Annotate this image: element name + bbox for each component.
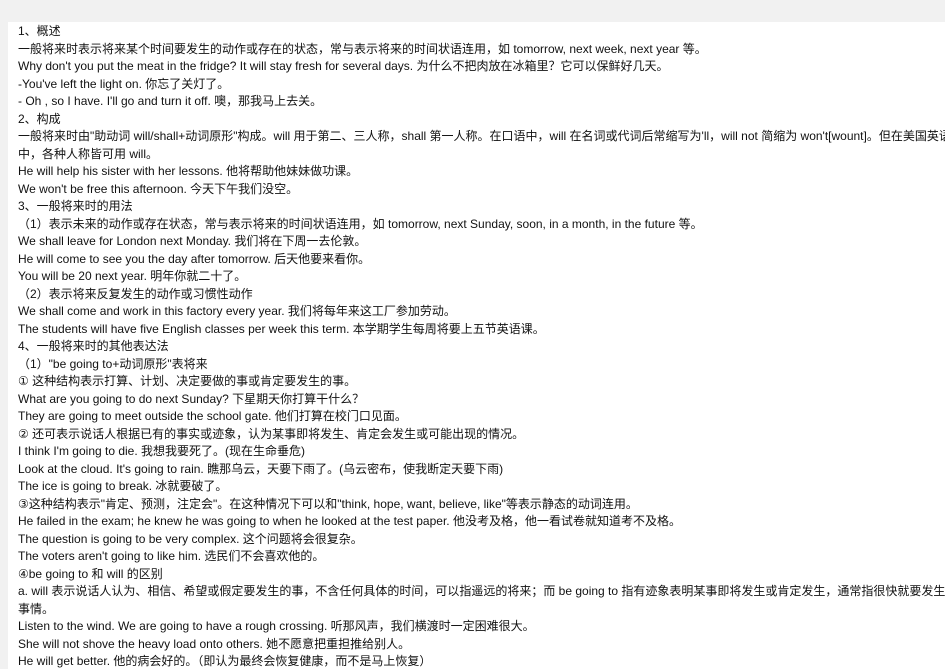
text-line: We won't be free this afternoon. 今天下午我们没… [18, 181, 299, 196]
text-line: ② 还可表示说话人根据已有的事实或迹象，认为某事即将发生、肯定会发生或可能出现的… [18, 426, 525, 441]
text-line: 3、一般将来时的用法 [18, 199, 133, 213]
text-line: You will be 20 next year. 明年你就二十了。 [18, 269, 247, 283]
text-line: 一般将来时由"助动词 will/shall+动词原形"构成。will 用于第二、… [18, 129, 945, 143]
text-line: He will come to see you the day after to… [18, 251, 371, 266]
text-line: He will get better. 他的病会好的。（即认为最终会恢复健康，而… [18, 654, 432, 668]
text-line: We shall leave for London next Monday. 我… [18, 234, 367, 248]
text-line: 2、构成 [18, 111, 61, 126]
text-line: 事情。 [18, 601, 55, 616]
text-line: 1、概述 [18, 24, 61, 38]
text-line: The ice is going to break. 冰就要破了。 [18, 479, 228, 493]
document-body: 1、概述一般将来时表示将来某个时间要发生的动作或存在的状态，常与表示将来的时间状… [18, 23, 945, 669]
text-line: The question is going to be very complex… [18, 531, 363, 546]
text-line: She will not shove the heavy load onto o… [18, 636, 411, 651]
text-line: ③这种结构表示"肯定、预测，注定会"。在这种情况下可以和"think, hope… [18, 496, 638, 511]
text-line: Why don't you put the meat in the fridge… [18, 59, 669, 73]
text-line: We shall come and work in this factory e… [18, 304, 456, 318]
text-line: a. will 表示说话人认为、相信、希望或假定要发生的事，不含任何具体的时间，… [18, 584, 945, 598]
text-line: 4、一般将来时的其他表达法 [18, 339, 169, 353]
text-line: They are going to meet outside the schoo… [18, 409, 407, 423]
text-line: The students will have five English clas… [18, 321, 545, 336]
text-line: ① 这种结构表示打算、计划、决定要做的事或肯定要发生的事。 [18, 374, 357, 388]
text-line: Listen to the wind. We are going to have… [18, 619, 535, 633]
text-line: -You've left the light on. 你忘了关灯了。 [18, 76, 230, 91]
text-line: - Oh , so I have. I'll go and turn it of… [18, 94, 323, 108]
text-line: （2）表示将来反复发生的动作或习惯性动作 [18, 286, 253, 301]
document-page: 1、概述一般将来时表示将来某个时间要发生的动作或存在的状态，常与表示将来的时间状… [8, 22, 945, 669]
text-line: He failed in the exam; he knew he was go… [18, 514, 681, 528]
text-line: What are you going to do next Sunday? 下星… [18, 391, 365, 406]
text-line: ④be going to 和 will 的区别 [18, 566, 163, 581]
text-line: 一般将来时表示将来某个时间要发生的动作或存在的状态，常与表示将来的时间状语连用，… [18, 41, 707, 56]
text-line: （1）表示未来的动作或存在状态，常与表示将来的时间状语连用，如 tomorrow… [18, 216, 703, 231]
text-line: He will help his sister with her lessons… [18, 164, 359, 178]
text-line: The voters aren't going to like him. 选民们… [18, 549, 325, 563]
text-line: （1）"be going to+动词原形"表将来 [18, 356, 208, 371]
text-line: I think I'm going to die. 我想我要死了。(现在生命垂危… [18, 444, 306, 458]
text-line: Look at the cloud. It's going to rain. 瞧… [18, 461, 504, 476]
text-line: 中，各种人称皆可用 will。 [18, 146, 158, 161]
